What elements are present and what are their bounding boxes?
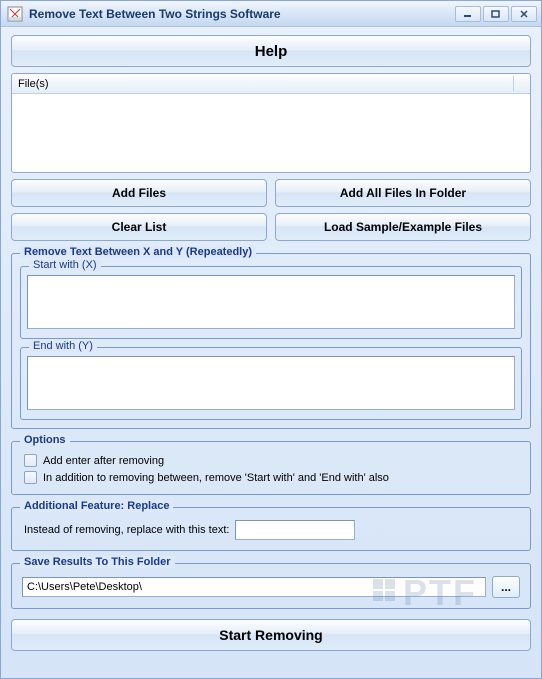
help-button[interactable]: Help: [11, 35, 531, 67]
options-group: Options Add enter after removing In addi…: [11, 441, 531, 495]
files-list[interactable]: File(s): [11, 73, 531, 173]
minimize-button[interactable]: [455, 6, 481, 22]
replace-input[interactable]: [235, 520, 355, 540]
replace-label: Instead of removing, replace with this t…: [24, 524, 229, 536]
add-files-button[interactable]: Add Files: [11, 179, 267, 207]
add-all-files-in-folder-button[interactable]: Add All Files In Folder: [275, 179, 531, 207]
options-group-title: Options: [20, 434, 70, 446]
save-folder-group: Save Results To This Folder ...: [11, 563, 531, 609]
save-folder-input[interactable]: [22, 577, 486, 597]
close-button[interactable]: [511, 6, 537, 22]
replace-group: Additional Feature: Replace Instead of r…: [11, 507, 531, 551]
option-add-enter-checkbox[interactable]: [24, 454, 37, 467]
start-with-group: Start with (X): [20, 266, 522, 339]
clear-list-button[interactable]: Clear List: [11, 213, 267, 241]
app-window: Remove Text Between Two Strings Software…: [0, 0, 542, 679]
file-buttons-row-2: Clear List Load Sample/Example Files: [11, 213, 531, 241]
file-buttons-row-1: Add Files Add All Files In Folder: [11, 179, 531, 207]
option-add-enter-label: Add enter after removing: [43, 455, 164, 467]
remove-text-group-title: Remove Text Between X and Y (Repeatedly): [20, 246, 256, 258]
option-add-enter-row: Add enter after removing: [20, 452, 522, 469]
browse-folder-button[interactable]: ...: [492, 576, 520, 598]
window-title: Remove Text Between Two Strings Software: [29, 7, 455, 21]
close-icon: [519, 10, 529, 18]
client-area: Help File(s) Add Files Add All Files In …: [1, 27, 541, 678]
replace-row: Instead of removing, replace with this t…: [20, 518, 522, 542]
option-remove-delims-checkbox[interactable]: [24, 471, 37, 484]
end-with-textarea[interactable]: [27, 356, 515, 410]
remove-text-group: Remove Text Between X and Y (Repeatedly)…: [11, 253, 531, 429]
option-remove-delims-label: In addition to removing between, remove …: [43, 472, 389, 484]
files-column-header[interactable]: File(s): [12, 74, 530, 94]
option-remove-delims-row: In addition to removing between, remove …: [20, 469, 522, 486]
save-folder-group-title: Save Results To This Folder: [20, 556, 175, 568]
replace-group-title: Additional Feature: Replace: [20, 500, 173, 512]
start-with-label: Start with (X): [29, 259, 101, 271]
titlebar: Remove Text Between Two Strings Software: [1, 1, 541, 27]
start-with-textarea[interactable]: [27, 275, 515, 329]
end-with-group: End with (Y): [20, 347, 522, 420]
end-with-label: End with (Y): [29, 340, 97, 352]
minimize-icon: [463, 10, 473, 18]
maximize-icon: [491, 10, 501, 18]
load-sample-button[interactable]: Load Sample/Example Files: [275, 213, 531, 241]
start-removing-button[interactable]: Start Removing: [11, 619, 531, 651]
save-folder-row: ...: [20, 574, 522, 600]
maximize-button[interactable]: [483, 6, 509, 22]
window-controls: [455, 6, 537, 22]
app-icon: [7, 6, 23, 22]
